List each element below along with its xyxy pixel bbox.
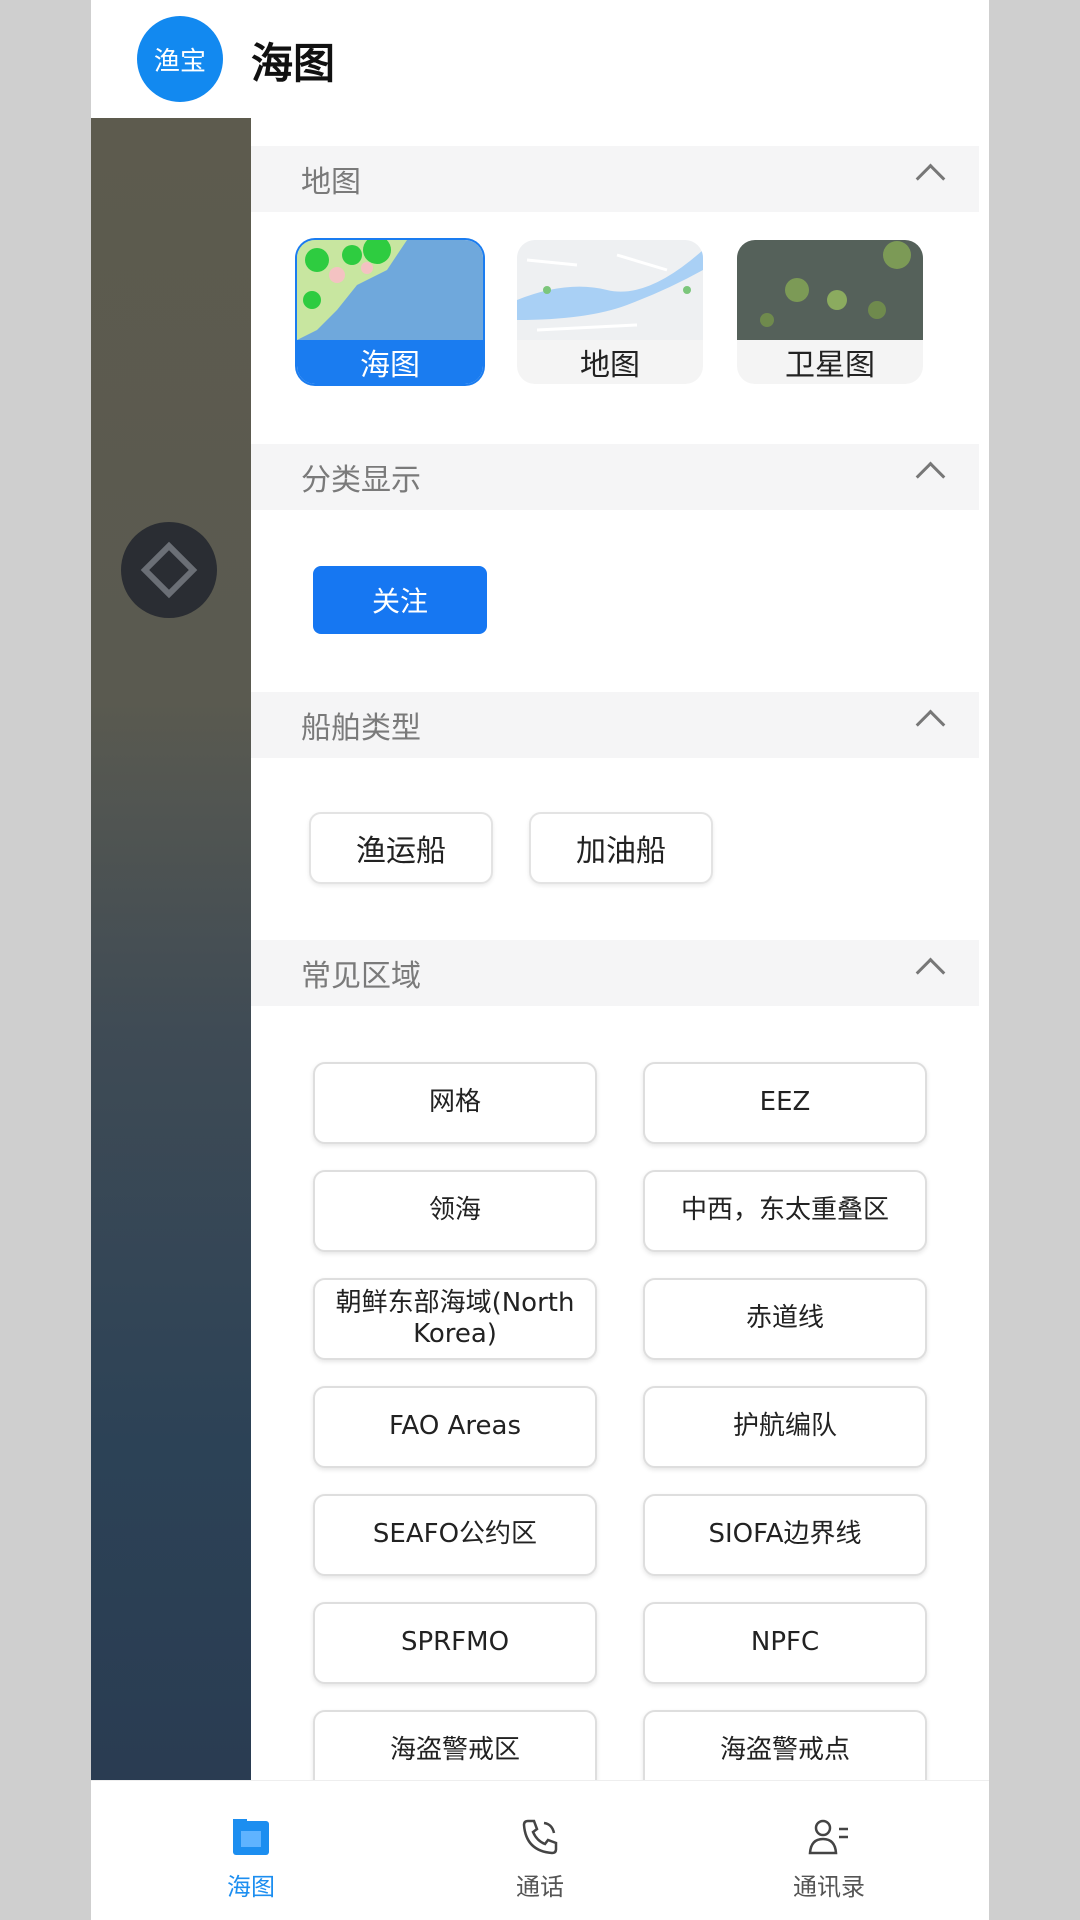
nav-label: 通话: [516, 1873, 564, 1901]
ship-type-chip[interactable]: 渔运船: [309, 812, 493, 884]
standard-map-thumbnail: [517, 240, 703, 340]
bottom-nav: 海图 通话 通讯录: [91, 1780, 989, 1920]
compass-icon[interactable]: [121, 522, 217, 618]
nautical-thumbnail: [297, 240, 483, 340]
region-button[interactable]: 朝鲜东部海域(North Korea): [313, 1278, 597, 1360]
layer-label: 卫星图: [737, 340, 923, 384]
chevron-up-icon[interactable]: [915, 957, 946, 988]
chart-icon: [233, 1819, 269, 1855]
layer-drawer: 地图 海图 地图 卫星图 分类显示 关注 船舶类型 渔运船 加油船 常见区域 网…: [251, 118, 989, 1780]
app-screen: 渔宝 海图 地图 海图 地图 卫星图 分类显示 关注 船舶类型 渔运船 加油船 …: [91, 0, 989, 1920]
region-button[interactable]: SIOFA边界线: [643, 1494, 927, 1576]
nav-item-chart[interactable]: 海图: [171, 1815, 331, 1902]
section-header-ship-type[interactable]: 船舶类型: [251, 692, 979, 758]
layer-card-nautical[interactable]: 海图: [297, 240, 483, 384]
page-title: 海图: [251, 39, 336, 88]
region-button[interactable]: 海盗警戒点: [643, 1710, 927, 1780]
contacts-icon: [808, 1819, 848, 1855]
nav-item-contacts[interactable]: 通讯录: [749, 1815, 909, 1902]
satellite-thumbnail: [737, 240, 923, 340]
region-button[interactable]: SEAFO公约区: [313, 1494, 597, 1576]
nav-label: 海图: [227, 1873, 275, 1901]
section-title: 分类显示: [301, 463, 421, 498]
section-title: 船舶类型: [301, 711, 421, 746]
layer-label: 地图: [517, 340, 703, 384]
nav-item-call[interactable]: 通话: [460, 1815, 620, 1902]
region-button[interactable]: 赤道线: [643, 1278, 927, 1360]
region-button[interactable]: SPRFMO: [313, 1602, 597, 1684]
section-title: 常见区域: [301, 959, 421, 994]
map-background[interactable]: [91, 118, 251, 1780]
chevron-up-icon[interactable]: [915, 709, 946, 740]
region-button[interactable]: 领海: [313, 1170, 597, 1252]
app-logo[interactable]: 渔宝: [137, 16, 223, 102]
section-header-category[interactable]: 分类显示: [251, 444, 979, 510]
ship-type-chip[interactable]: 加油船: [529, 812, 713, 884]
region-button[interactable]: 海盗警戒区: [313, 1710, 597, 1780]
region-button[interactable]: FAO Areas: [313, 1386, 597, 1468]
section-title: 地图: [301, 165, 361, 200]
phone-icon: [522, 1819, 558, 1855]
chevron-up-icon[interactable]: [915, 461, 946, 492]
app-header: 渔宝 海图: [91, 0, 989, 118]
layer-label: 海图: [297, 340, 483, 384]
layer-card-standard[interactable]: 地图: [517, 240, 703, 384]
section-header-regions[interactable]: 常见区域: [251, 940, 979, 1006]
nav-label: 通讯录: [793, 1873, 865, 1901]
region-button[interactable]: 护航编队: [643, 1386, 927, 1468]
chevron-up-icon[interactable]: [915, 163, 946, 194]
region-button[interactable]: 网格: [313, 1062, 597, 1144]
section-header-map[interactable]: 地图: [251, 146, 979, 212]
layer-card-satellite[interactable]: 卫星图: [737, 240, 923, 384]
follow-filter-button[interactable]: 关注: [313, 566, 487, 634]
region-button[interactable]: 中西，东太重叠区: [643, 1170, 927, 1252]
region-button[interactable]: NPFC: [643, 1602, 927, 1684]
region-button[interactable]: EEZ: [643, 1062, 927, 1144]
